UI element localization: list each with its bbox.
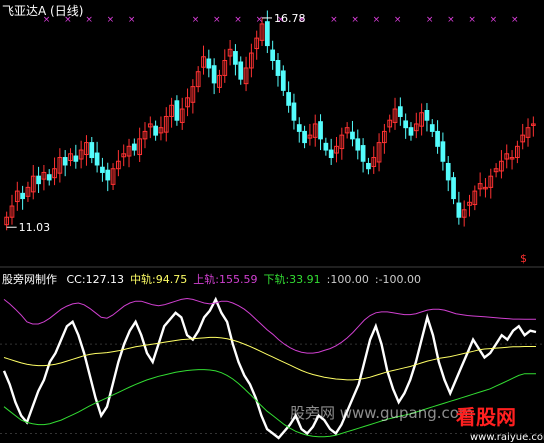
series-line-上轨 [3, 297, 536, 354]
candle-body [429, 124, 435, 132]
candle-body [46, 174, 52, 181]
candle-body [275, 60, 281, 76]
candle-body [355, 138, 361, 151]
candle-body [360, 145, 366, 162]
signal-marker: × [256, 15, 264, 25]
signal-marker: × [351, 15, 359, 25]
candle-body [105, 169, 111, 181]
candle-body [89, 142, 95, 159]
low-label: 11.03 [19, 221, 51, 234]
signal-marker: × [85, 15, 93, 25]
candle-body [296, 124, 302, 132]
price-candlestick-chart: × × × × × × × × × × × × × × × × × × × ×16.7811.03$ [0, 10, 544, 268]
candle-body [408, 127, 414, 136]
candle-body [73, 155, 79, 162]
candle-body [451, 177, 456, 200]
signal-marker: × [107, 15, 115, 25]
dollar-badge: $ [520, 252, 527, 265]
signal-marker: × [213, 15, 221, 25]
candle-body [440, 141, 446, 162]
signal-marker: × [373, 15, 381, 25]
candle-body [366, 162, 371, 170]
candle-body [233, 51, 238, 65]
candle-body [424, 110, 430, 121]
candle-body [270, 49, 276, 62]
indicator-header: 股旁网制作 CC:127.13 中轨:94.75 上轨:155.59 下轨:33.91… [2, 271, 421, 287]
candle-body [302, 130, 307, 144]
logo-url: www.raiyue.com [470, 432, 544, 443]
signal-marker: × [426, 15, 434, 25]
candle-body [291, 102, 297, 121]
indicator-value-upper: 上轨:155.59 [193, 273, 258, 286]
signal-marker: × [234, 15, 242, 25]
signal-marker: × [330, 15, 338, 25]
signal-marker: × [394, 15, 402, 25]
candle-body [403, 120, 409, 129]
signal-marker: × [468, 15, 476, 25]
signal-marker: × [192, 15, 200, 25]
candle-body [445, 162, 451, 181]
candle-body [62, 157, 68, 166]
chart-stage: × × × × × × × × × × × × × × × × × × × × 16.78 11.03 $ 股旁网 www.… [0, 0, 544, 443]
candle-body [20, 192, 25, 200]
candle-body [280, 70, 286, 91]
candle-body [350, 131, 355, 140]
signal-marker: × [128, 15, 136, 25]
indicator-value-cc: CC:127.13 [66, 273, 125, 286]
logo-text: 看股网 [456, 405, 516, 429]
signal-marker: × [447, 15, 455, 25]
candle-body [456, 202, 462, 218]
indicator-value-lower: 下轨:33.91 [263, 273, 321, 286]
indicator-value-p100: :100.00 [326, 273, 369, 286]
signal-marker: × [511, 15, 519, 25]
candle-body [153, 125, 158, 136]
candle-body [264, 21, 270, 47]
candle-body [206, 58, 212, 69]
watermark: 股旁网 www.gupang.com [290, 404, 474, 422]
candle-body [318, 121, 323, 140]
indicator-value-mid: 中轨:94.75 [130, 273, 188, 286]
candle-body [397, 106, 403, 117]
candle-body [435, 130, 440, 147]
candle-body [36, 175, 41, 185]
signal-marker: × [490, 15, 498, 25]
indicator-line-chart: 股旁网 www.gupang.com看股网 www.raiyue.com [0, 296, 544, 443]
candle-body [238, 61, 244, 80]
indicator-name: 股旁网制作 [2, 273, 57, 286]
candle-body [323, 142, 329, 151]
stock-title: 飞亚达A (日线) [2, 4, 84, 18]
candle-body [174, 100, 180, 121]
candle-body [131, 143, 137, 151]
high-label: 16.78 [274, 12, 306, 25]
candle-body [100, 166, 105, 173]
candle-body [94, 152, 100, 166]
indicator-value-m100: :-100.00 [374, 273, 422, 286]
candle-body [328, 149, 334, 159]
candle-body [211, 65, 217, 84]
candle-body [286, 92, 291, 106]
